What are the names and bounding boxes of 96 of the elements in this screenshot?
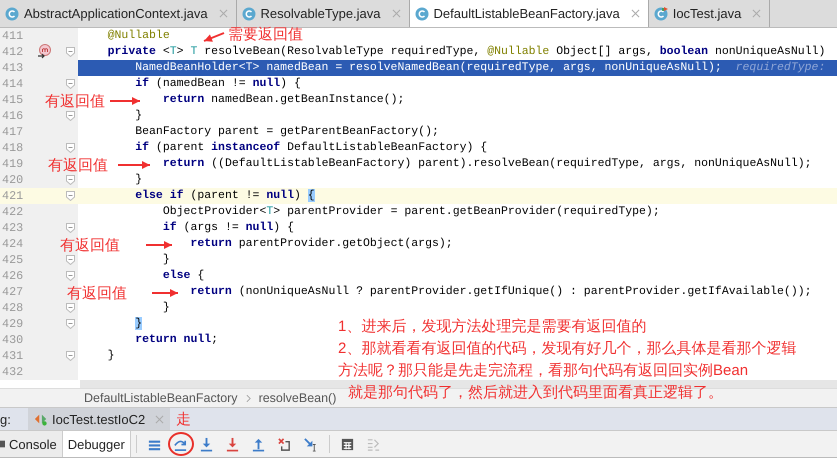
chevron-icon [246,394,251,402]
line-number: 423 [1,221,24,235]
close-icon[interactable] [218,9,228,18]
fold-icon[interactable] [66,351,75,361]
annotation-label: 需要返回值 [228,26,303,44]
line-number: 416 [1,109,24,123]
line-number: 424 [1,237,24,251]
step-out-icon [251,436,266,452]
code-line: } [162,252,170,268]
annotation-label: 有返回值 [45,93,105,111]
line-number: 431 [1,349,24,363]
code-line: else if (parent != null) { [135,188,315,204]
line-number: 421 [1,189,24,203]
fold-icon[interactable] [66,271,75,281]
code-line: } [162,300,170,316]
code-line: BeanFactory parent = getParentBeanFactory(); [135,124,439,140]
line-number: 420 [1,173,24,187]
annotation-arrow [202,31,226,43]
line-number: 428 [1,301,24,315]
debug-session-tab[interactable]: IocTest.testIoC2 [28,408,170,430]
close-icon[interactable] [155,414,164,424]
fold-icon[interactable] [66,79,75,89]
class-icon [5,6,19,20]
code-line: private <T> T resolveBean(ResolvableType requiredType, @Nullable Object[] args, boolean nonUniqueAsNull) [108,44,826,60]
line-number: 413 [1,61,24,75]
fold-icon[interactable] [66,111,75,121]
code-line: return ((DefaultListableBeanFactory) parent).resolveBean(requiredType, args, nonUniqueAsNull); [162,156,812,172]
code-line: if (parent instanceof DefaultListableBeanFactory) { [135,140,488,156]
annotation-arrow [118,160,152,170]
line-number: 417 [1,125,24,139]
method-marker-icon[interactable] [36,44,52,60]
debug-tab[interactable]: Debugger [62,431,131,457]
code-line: return parentProvider.getObject(args); [190,236,453,252]
line-number: 426 [1,269,24,283]
fold-icon[interactable] [66,223,75,233]
line-number: 427 [1,285,24,299]
line-number: 412 [1,45,24,59]
run-config-icon [34,412,48,426]
editor-tab[interactable]: DefaultListableBeanFactory.java [410,0,649,27]
fold-icon[interactable] [66,175,75,185]
trace-icon [366,436,382,452]
code-line: return null; [135,332,218,348]
class-icon [414,6,429,20]
code-line: return (nonUniqueAsNull ? parentProvider.getIfUnique() : parentProvider.getIfAvailable()); [190,284,812,300]
fold-icon[interactable] [66,255,75,265]
fold-icon[interactable] [66,143,75,153]
code-line: @Nullable [108,28,170,44]
annotation-label: 走 [176,410,192,428]
close-icon[interactable] [752,9,762,18]
drop-frame-icon [277,436,292,452]
annotation-label: 有返回值 [60,237,120,255]
close-icon[interactable] [630,9,640,18]
run-to-cursor-icon [303,436,318,452]
line-number: 411 [1,29,24,43]
code-line: else { [162,268,204,284]
annotation-note: 方法呢？那只能是先走完流程，看那句代码有返回回实例Bean [338,361,750,381]
line-number: 419 [1,157,24,171]
annotation-note: 就是那句代码了，然后就进入到代码里面看真正逻辑了。 [347,383,724,403]
code-line: } [135,108,142,124]
debug-tab[interactable]: Console [0,431,63,457]
annotation-arrow [146,240,174,250]
step-into-icon [199,436,214,452]
calculator-icon [340,436,356,452]
fold-icon[interactable] [66,191,75,201]
code-line: if (namedBean != null) { [135,76,301,92]
annotation-arrow [152,288,180,298]
force-step-into-icon [225,436,240,452]
code-line: } [135,172,142,188]
annotation-note: 1、进来后，发现方法处理完是需要有返回值的 [338,317,648,337]
line-number: 430 [1,333,24,347]
fold-icon[interactable] [66,47,75,57]
fold-icon[interactable] [66,319,75,329]
line-number: 432 [1,365,24,379]
line-number: 415 [1,93,24,107]
line-number: 425 [1,253,24,267]
breadcrumb-item[interactable]: DefaultListableBeanFactory [84,391,238,405]
class-icon [242,6,256,20]
debug-label: g: [0,412,12,426]
annotation-note: 2、那就看看有返回值的代码，发现有好几个，那么具体是看那个逻辑 [338,339,796,359]
code-line: } [108,348,115,364]
fold-icon[interactable] [66,303,75,313]
close-icon[interactable] [392,9,401,18]
annotation-arrow [110,96,142,106]
annotation-label: 有返回值 [48,157,108,175]
code-line: if (args != null) { [162,220,294,236]
line-number: 422 [1,205,24,219]
test-class-icon [654,6,668,20]
code-line: return namedBean.getBeanInstance(); [162,92,404,108]
annotation-label: 有返回值 [67,285,127,303]
breadcrumb-item[interactable]: resolveBean() [258,391,336,405]
console-icon [0,438,5,450]
line-number: 429 [1,317,24,331]
code-line: ObjectProvider<T> parentProvider = parent.getBeanProvider(requiredType); [162,204,660,220]
code-line: NamedBeanHolder<T> namedBean = resolveNamedBean(requiredType, args, nonUniqueAsNull); requiredType: [135,60,826,76]
line-number: 418 [1,141,24,155]
line-number: 414 [1,77,24,91]
